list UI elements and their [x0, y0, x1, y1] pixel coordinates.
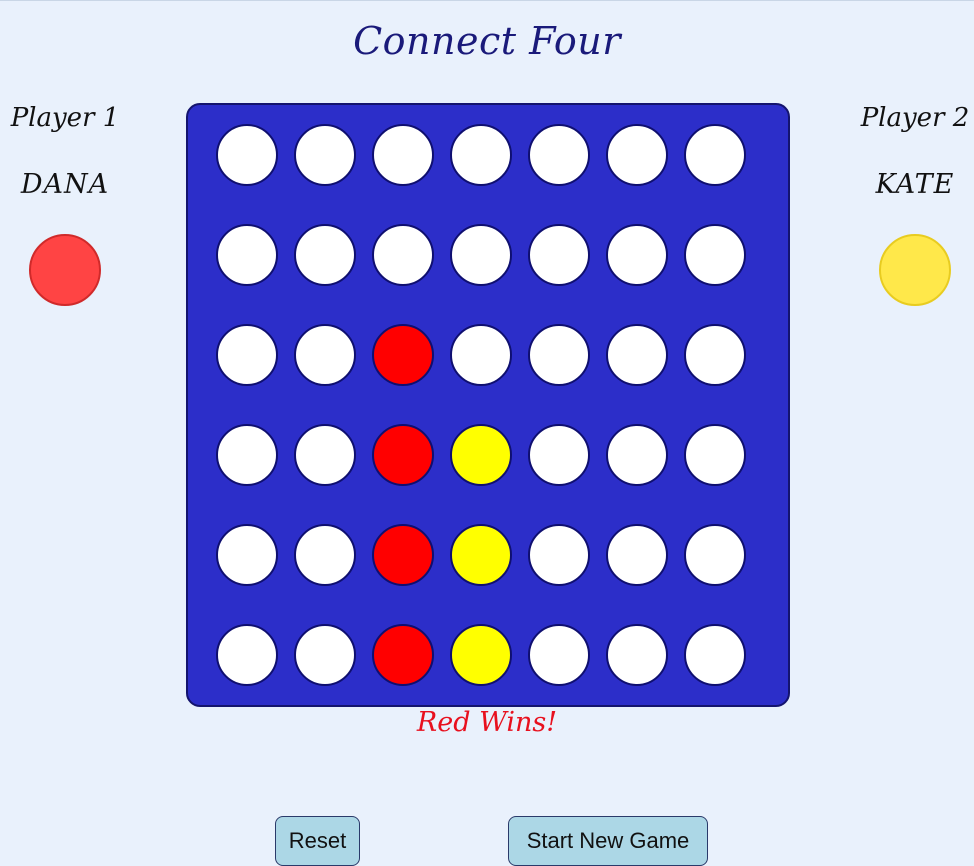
board-cell-r4-c4[interactable]: [450, 424, 512, 486]
board-cell-r2-c5[interactable]: [528, 224, 590, 286]
board-cell-r4-c7[interactable]: [684, 424, 746, 486]
player-2-name: KATE: [875, 169, 955, 200]
player-2-disc: [879, 234, 951, 306]
player-2-label: Player 2: [860, 103, 970, 133]
board-cell-r4-c6[interactable]: [606, 424, 668, 486]
board-cell-r2-c3[interactable]: [372, 224, 434, 286]
board-cell-r5-c7[interactable]: [684, 524, 746, 586]
board-cell-r5-c5[interactable]: [528, 524, 590, 586]
reset-button[interactable]: Reset: [275, 816, 360, 866]
player-2-panel: Player 2 KATE: [850, 101, 974, 306]
board-cell-r4-c2[interactable]: [294, 424, 356, 486]
board-cell-r3-c1[interactable]: [216, 324, 278, 386]
board-cell-r6-c4[interactable]: [450, 624, 512, 686]
board-cell-r3-c2[interactable]: [294, 324, 356, 386]
board-cell-r5-c2[interactable]: [294, 524, 356, 586]
board-cell-r2-c4[interactable]: [450, 224, 512, 286]
game-board: [186, 103, 790, 707]
board-cell-r2-c7[interactable]: [684, 224, 746, 286]
board-cell-r3-c5[interactable]: [528, 324, 590, 386]
board-cell-r4-c1[interactable]: [216, 424, 278, 486]
board-cell-r1-c5[interactable]: [528, 124, 590, 186]
board-cell-r1-c2[interactable]: [294, 124, 356, 186]
game-title: Connect Four: [353, 19, 621, 63]
game-status: Red Wins!: [416, 707, 558, 738]
board-cell-r1-c1[interactable]: [216, 124, 278, 186]
board-cell-r6-c7[interactable]: [684, 624, 746, 686]
board-cell-r6-c6[interactable]: [606, 624, 668, 686]
board-cell-r5-c6[interactable]: [606, 524, 668, 586]
player-1-label: Player 1: [10, 103, 120, 133]
board-cell-r1-c4[interactable]: [450, 124, 512, 186]
player-1-disc: [29, 234, 101, 306]
player-1-name: DANA: [20, 169, 110, 200]
board-cell-r3-c7[interactable]: [684, 324, 746, 386]
board-cell-r5-c1[interactable]: [216, 524, 278, 586]
board-cell-r2-c6[interactable]: [606, 224, 668, 286]
board-cell-r5-c3[interactable]: [372, 524, 434, 586]
start-new-game-button[interactable]: Start New Game: [508, 816, 708, 866]
board-cell-r3-c4[interactable]: [450, 324, 512, 386]
board-cell-r3-c3[interactable]: [372, 324, 434, 386]
board-cell-r3-c6[interactable]: [606, 324, 668, 386]
board-cell-r4-c5[interactable]: [528, 424, 590, 486]
board-cell-r6-c1[interactable]: [216, 624, 278, 686]
player-1-panel: Player 1 DANA: [0, 101, 130, 306]
board-cell-r6-c5[interactable]: [528, 624, 590, 686]
board-cell-r5-c4[interactable]: [450, 524, 512, 586]
board-cell-r1-c6[interactable]: [606, 124, 668, 186]
board-cell-r2-c2[interactable]: [294, 224, 356, 286]
board-cell-r4-c3[interactable]: [372, 424, 434, 486]
board-cell-r6-c3[interactable]: [372, 624, 434, 686]
board-cell-r6-c2[interactable]: [294, 624, 356, 686]
board-cell-r1-c7[interactable]: [684, 124, 746, 186]
board-cell-r1-c3[interactable]: [372, 124, 434, 186]
board-cell-r2-c1[interactable]: [216, 224, 278, 286]
